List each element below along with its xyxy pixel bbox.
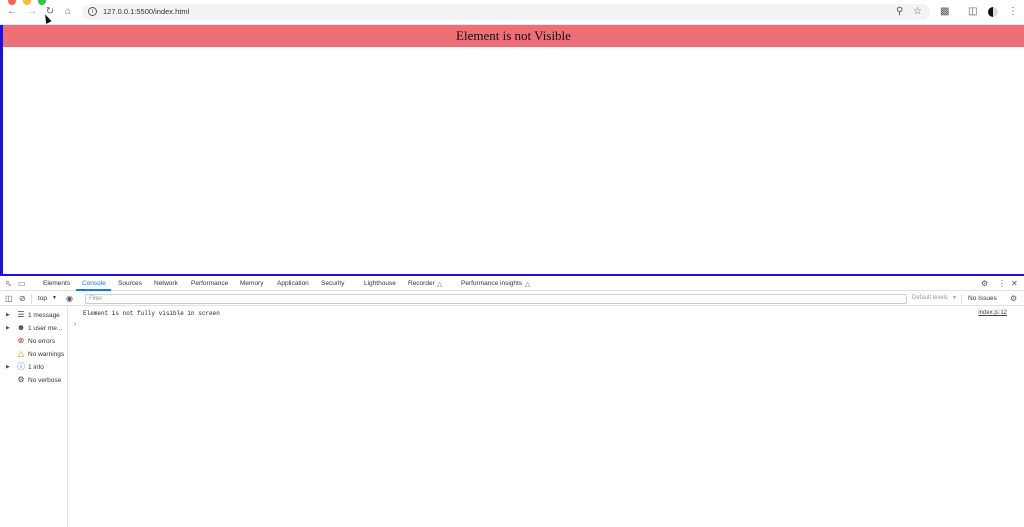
tab-sources[interactable]: Sources bbox=[118, 280, 142, 287]
issues-button[interactable]: No Issues bbox=[968, 295, 997, 302]
tab-console[interactable]: Console bbox=[82, 280, 106, 287]
window-controls bbox=[8, 0, 46, 5]
sidebar-item-label: No errors bbox=[28, 337, 56, 345]
list-icon: ☰ bbox=[17, 310, 25, 319]
forward-arrow-icon[interactable]: → bbox=[26, 6, 38, 18]
visibility-banner: Element is not Visible bbox=[3, 25, 1024, 47]
settings-gear-icon[interactable]: ⚙ bbox=[981, 279, 988, 289]
side-panel-icon[interactable]: ◫ bbox=[968, 6, 977, 18]
context-selector[interactable]: top bbox=[38, 295, 47, 302]
sidebar-item-user-messages[interactable]: ▶ ☻ 1 user me... bbox=[6, 322, 62, 334]
expand-triangle-icon[interactable]: ▶ bbox=[6, 312, 14, 318]
warning-icon: △ bbox=[17, 349, 25, 358]
tab-performance[interactable]: Performance bbox=[191, 280, 228, 287]
sidebar-item-label: 1 user me... bbox=[28, 324, 63, 332]
console-toolbar: ◫ ⊘ top ▼ ◉ Filter Default levels ▼ No I… bbox=[0, 292, 1024, 306]
error-icon: ⊗ bbox=[17, 336, 25, 345]
sidebar-item-warnings[interactable]: △ No warnings bbox=[6, 348, 64, 360]
console-sidebar: ▶ ☰ 1 message ▶ ☻ 1 user me... ⊗ No erro… bbox=[0, 307, 68, 527]
devtools-panel: ⬁ ▭ Elements Console Sources Network Per… bbox=[0, 277, 1024, 527]
console-prompt-chevron-icon[interactable]: › bbox=[74, 321, 76, 328]
sidebar-item-verbose[interactable]: ⚙ No verbose bbox=[6, 374, 61, 386]
page-viewport: Element is not Visible bbox=[0, 25, 1024, 276]
bookmark-star-icon[interactable]: ☆ bbox=[913, 6, 922, 18]
tab-lighthouse[interactable]: Lighthouse bbox=[364, 280, 396, 287]
active-tab-indicator bbox=[76, 289, 111, 291]
maximize-window-button[interactable] bbox=[38, 0, 46, 5]
extensions-puzzle-icon[interactable]: ▩ bbox=[940, 6, 949, 18]
sidebar-item-label: No verbose bbox=[28, 376, 62, 384]
sidebar-item-label: No warnings bbox=[28, 350, 65, 358]
profile-avatar-icon[interactable] bbox=[988, 7, 998, 17]
browser-menu-icon[interactable]: ⋮ bbox=[1008, 6, 1018, 18]
expand-triangle-icon[interactable]: ▶ bbox=[6, 364, 14, 370]
site-info-icon[interactable]: i bbox=[88, 7, 97, 16]
chevron-down-icon[interactable]: ▼ bbox=[952, 295, 957, 301]
clear-console-icon[interactable]: ⊘ bbox=[19, 294, 26, 304]
minimize-window-button[interactable] bbox=[23, 0, 31, 5]
close-devtools-icon[interactable]: ✕ bbox=[1011, 279, 1018, 289]
sidebar-item-messages[interactable]: ▶ ☰ 1 message bbox=[6, 309, 60, 321]
user-icon: ☻ bbox=[16, 323, 26, 332]
console-settings-gear-icon[interactable]: ⚙ bbox=[1010, 294, 1017, 304]
home-icon[interactable]: ⌂ bbox=[62, 6, 74, 18]
tab-recorder[interactable]: Recorder bbox=[408, 280, 435, 287]
tab-memory[interactable]: Memory bbox=[240, 280, 263, 287]
console-output: Element is not fully visible in screen i… bbox=[69, 307, 1024, 527]
divider bbox=[961, 294, 962, 304]
flask-icon: △ bbox=[525, 281, 530, 288]
device-toolbar-icon[interactable]: ▭ bbox=[18, 279, 26, 289]
log-levels-dropdown[interactable]: Default levels bbox=[912, 295, 948, 301]
devtools-menu-icon[interactable]: ⋮ bbox=[998, 279, 1006, 289]
info-icon: ⓘ bbox=[17, 362, 25, 371]
source-link[interactable]: index.js:12 bbox=[978, 310, 1007, 316]
sidebar-item-label: 1 message bbox=[28, 311, 60, 319]
live-expression-eye-icon[interactable]: ◉ bbox=[66, 294, 73, 304]
tab-application[interactable]: Application bbox=[277, 280, 309, 287]
filter-input[interactable]: Filter bbox=[85, 294, 907, 304]
sidebar-toggle-icon[interactable]: ◫ bbox=[5, 294, 13, 304]
inspect-element-icon[interactable]: ⬁ bbox=[5, 279, 12, 289]
console-message: Element is not fully visible in screen bbox=[83, 310, 220, 317]
url-text[interactable]: 127.0.0.1:5500/index.html bbox=[103, 7, 189, 16]
browser-toolbar: ← → ↻ ⌂ i 127.0.0.1:5500/index.html ⚲ ☆ … bbox=[0, 0, 1024, 25]
divider bbox=[31, 294, 32, 304]
tab-elements[interactable]: Elements bbox=[43, 280, 70, 287]
expand-triangle-icon[interactable]: ▶ bbox=[6, 325, 14, 331]
zoom-icon[interactable]: ⚲ bbox=[896, 6, 903, 18]
sidebar-item-label: 1 info bbox=[28, 363, 44, 371]
tab-performance-insights[interactable]: Performance insights bbox=[461, 280, 522, 287]
back-arrow-icon[interactable]: ← bbox=[6, 6, 18, 18]
tab-security[interactable]: Security bbox=[321, 280, 344, 287]
flask-icon: △ bbox=[437, 281, 442, 288]
devtools-tab-bar: ⬁ ▭ Elements Console Sources Network Per… bbox=[0, 277, 1024, 291]
tab-network[interactable]: Network bbox=[154, 280, 178, 287]
chevron-down-icon[interactable]: ▼ bbox=[52, 295, 57, 301]
address-bar[interactable]: i 127.0.0.1:5500/index.html ⚲ ☆ bbox=[82, 4, 930, 20]
verbose-icon: ⚙ bbox=[17, 375, 25, 384]
sidebar-item-errors[interactable]: ⊗ No errors bbox=[6, 335, 55, 347]
sidebar-item-info[interactable]: ▶ ⓘ 1 info bbox=[6, 361, 44, 373]
close-window-button[interactable] bbox=[8, 0, 16, 5]
